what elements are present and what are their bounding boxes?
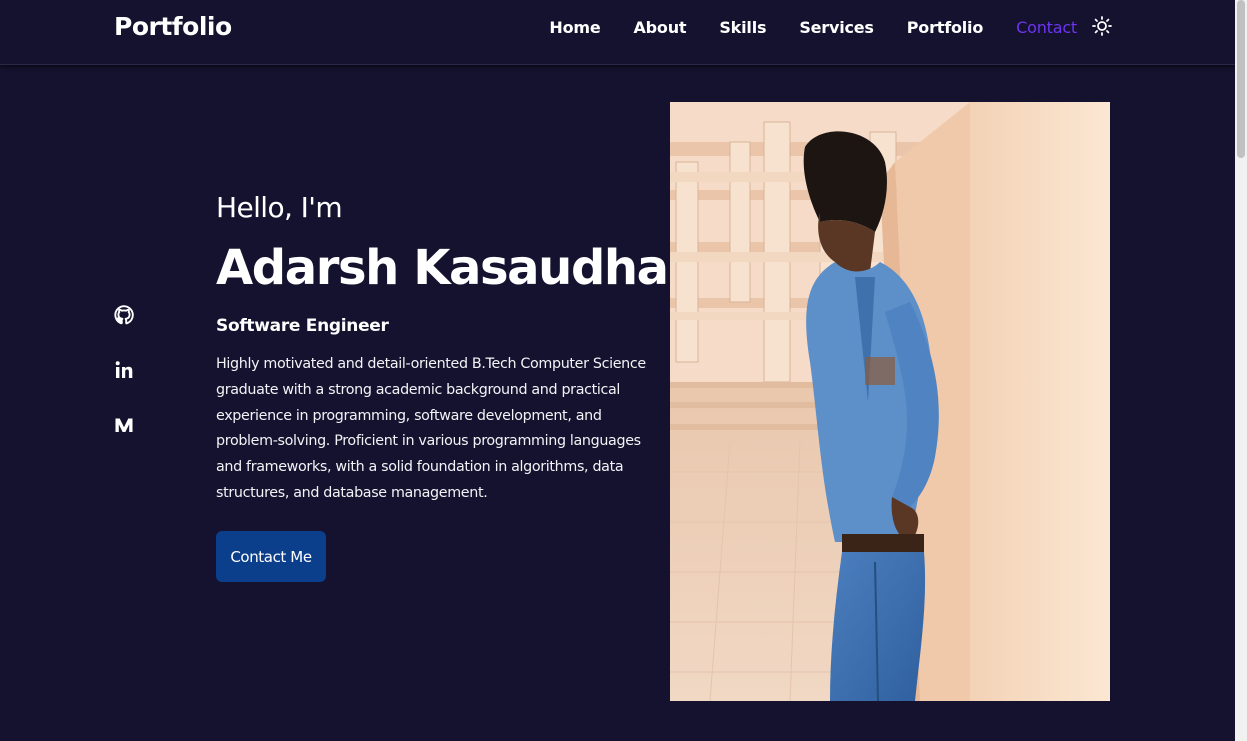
site-header: Portfolio Home About Skills Services Por… <box>0 0 1235 65</box>
social-links <box>113 304 135 469</box>
github-icon[interactable] <box>113 304 135 326</box>
contact-me-button[interactable]: Contact Me <box>216 531 326 582</box>
nav-about[interactable]: About <box>633 18 686 37</box>
hero-intro: Hello, I'm Adarsh Kasaudhan Software Eng… <box>216 186 702 507</box>
site-logo[interactable]: Portfolio <box>114 12 232 41</box>
nav-portfolio[interactable]: Portfolio <box>907 18 984 37</box>
page: Portfolio Home About Skills Services Por… <box>0 0 1247 741</box>
nav-skills[interactable]: Skills <box>719 18 766 37</box>
nav-contact[interactable]: Contact <box>1016 18 1077 37</box>
sun-icon[interactable] <box>1092 16 1112 36</box>
linkedin-icon[interactable] <box>113 359 135 381</box>
main-nav: Home About Skills Services Portfolio Con… <box>516 18 1077 37</box>
nav-services[interactable]: Services <box>799 18 874 37</box>
hero-greeting: Hello, I'm <box>216 191 343 224</box>
profile-photo <box>670 102 1110 701</box>
hero-bio: Highly motivated and detail-oriented B.T… <box>216 356 646 501</box>
scrollbar[interactable] <box>1235 0 1247 741</box>
hero-role: Software Engineer <box>216 316 389 336</box>
hero-name: Adarsh Kasaudhan <box>216 240 702 296</box>
nav-home[interactable]: Home <box>549 18 600 37</box>
scrollbar-thumb[interactable] <box>1237 0 1245 158</box>
medium-icon[interactable] <box>113 414 135 436</box>
